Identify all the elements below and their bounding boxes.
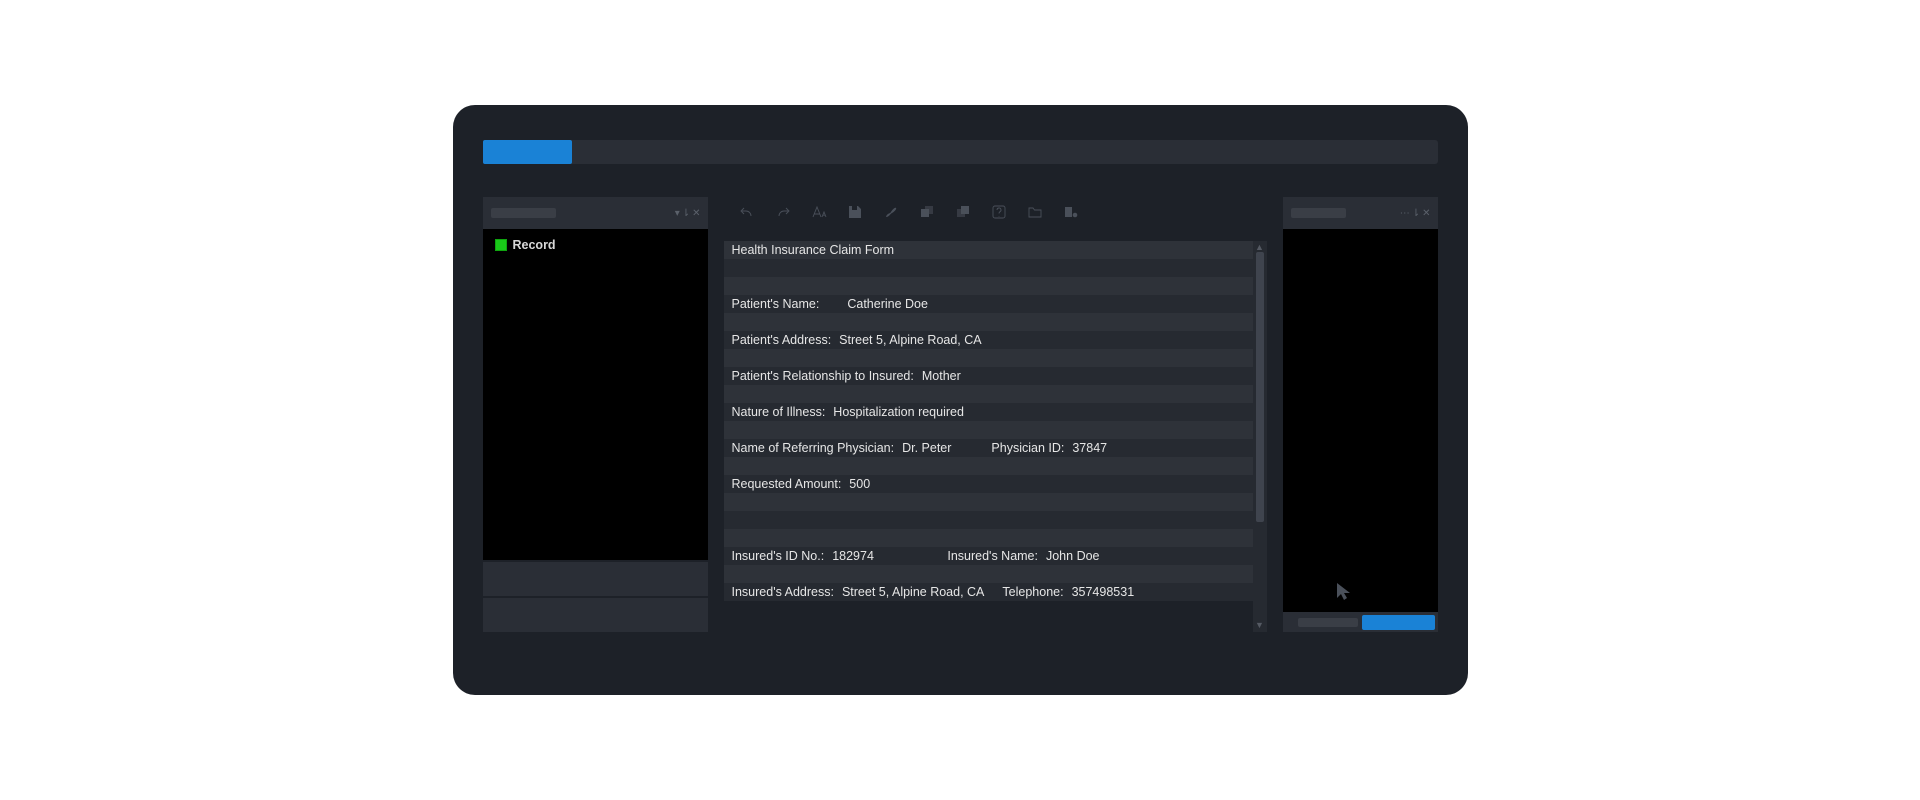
form-title: Health Insurance Claim Form bbox=[732, 243, 895, 257]
close-icon[interactable]: ✕ bbox=[692, 208, 699, 219]
label: Requested Amount: bbox=[732, 477, 842, 491]
app-settings-icon[interactable] bbox=[1062, 204, 1080, 220]
value: Street 5, Alpine Road, CA bbox=[839, 333, 981, 347]
field-row-amount: Requested Amount: 500 bbox=[724, 475, 1253, 493]
claim-form-document: Health Insurance Claim Form Patient's Na… bbox=[724, 241, 1253, 632]
label: Insured's ID No.: bbox=[732, 549, 825, 563]
label: Nature of Illness: bbox=[732, 405, 826, 419]
blank-row bbox=[724, 457, 1253, 475]
tree-item-record[interactable]: Record bbox=[495, 238, 696, 252]
field-row-insured-id-name: Insured's ID No.: 182974 Insured's Name:… bbox=[724, 547, 1253, 565]
menu-icon[interactable]: ⋯ bbox=[1400, 208, 1409, 219]
value: Catherine Doe bbox=[847, 297, 928, 311]
field-row-relationship: Patient's Relationship to Insured: Mothe… bbox=[724, 367, 1253, 385]
scroll-up-icon[interactable]: ▲ bbox=[1255, 243, 1264, 252]
value: 357498531 bbox=[1072, 585, 1135, 599]
brush-icon[interactable] bbox=[882, 204, 900, 220]
blank-row bbox=[724, 421, 1253, 439]
field-row-patient-name: Patient's Name: Catherine Doe bbox=[724, 295, 1253, 313]
label: Patient's Name: bbox=[732, 297, 820, 311]
active-tab[interactable] bbox=[483, 140, 572, 164]
right-panel-header: ⋯ ⇂ ✕ bbox=[1283, 197, 1438, 229]
tree-item-label: Record bbox=[513, 238, 556, 252]
value: Mother bbox=[922, 369, 961, 383]
center-panel: Health Insurance Claim Form Patient's Na… bbox=[724, 197, 1267, 632]
layer-back-icon[interactable] bbox=[954, 204, 972, 220]
left-panel-header: ▾ ⇂ ✕ bbox=[483, 197, 708, 229]
blank-row bbox=[724, 313, 1253, 331]
label: Patient's Relationship to Insured: bbox=[732, 369, 914, 383]
pin-icon[interactable]: ⇂ bbox=[1412, 208, 1419, 219]
right-panel: ⋯ ⇂ ✕ bbox=[1283, 197, 1438, 632]
blank-row bbox=[724, 529, 1253, 547]
field-row-physician: Name of Referring Physician: Dr. Peter P… bbox=[724, 439, 1253, 457]
pin-icon[interactable]: ⇂ bbox=[682, 208, 689, 219]
app-window: ▾ ⇂ ✕ Record bbox=[453, 105, 1468, 695]
layer-front-icon[interactable] bbox=[918, 204, 936, 220]
filter-icon[interactable]: ▾ bbox=[675, 208, 679, 219]
workarea: ▾ ⇂ ✕ Record bbox=[483, 197, 1438, 632]
blank-row bbox=[724, 565, 1253, 583]
label: Telephone: bbox=[1002, 585, 1063, 599]
document-viewport: Health Insurance Claim Form Patient's Na… bbox=[724, 241, 1267, 632]
scrollbar-thumb[interactable] bbox=[1256, 252, 1264, 522]
value: 500 bbox=[849, 477, 870, 491]
right-panel-footer bbox=[1283, 612, 1438, 632]
label: Insured's Name: bbox=[947, 549, 1038, 563]
save-icon[interactable] bbox=[846, 204, 864, 220]
cursor-icon bbox=[1335, 581, 1353, 606]
left-panel-input-2[interactable] bbox=[483, 596, 708, 632]
undo-icon[interactable] bbox=[738, 204, 756, 220]
label: Patient's Address: bbox=[732, 333, 832, 347]
tab-strip bbox=[483, 140, 1438, 164]
panel-title-placeholder bbox=[491, 208, 556, 218]
vertical-scrollbar[interactable]: ▲ ▼ bbox=[1253, 241, 1267, 632]
record-status-icon bbox=[495, 239, 507, 251]
project-tree: Record bbox=[483, 229, 708, 560]
left-panel: ▾ ⇂ ✕ Record bbox=[483, 197, 708, 632]
font-icon[interactable] bbox=[810, 204, 828, 220]
value: 182974 bbox=[832, 549, 874, 563]
scroll-down-icon[interactable]: ▼ bbox=[1255, 621, 1264, 630]
footer-label-placeholder bbox=[1298, 618, 1358, 627]
editor-toolbar bbox=[724, 197, 1267, 227]
blank-row bbox=[724, 277, 1253, 295]
blank-row bbox=[724, 385, 1253, 403]
blank-row bbox=[724, 259, 1253, 277]
panel-title-placeholder bbox=[1291, 208, 1346, 218]
value: Hospitalization required bbox=[833, 405, 964, 419]
field-row-patient-address: Patient's Address: Street 5, Alpine Road… bbox=[724, 331, 1253, 349]
value: John Doe bbox=[1046, 549, 1100, 563]
form-title-row: Health Insurance Claim Form bbox=[724, 241, 1253, 259]
field-row-illness: Nature of Illness: Hospitalization requi… bbox=[724, 403, 1253, 421]
value: 37847 bbox=[1072, 441, 1107, 455]
label: Insured's Address: bbox=[732, 585, 834, 599]
left-panel-input-1[interactable] bbox=[483, 560, 708, 596]
close-icon[interactable]: ✕ bbox=[1422, 208, 1429, 219]
value: Dr. Peter bbox=[902, 441, 951, 455]
blank-row bbox=[724, 493, 1253, 511]
panel-header-icons: ▾ ⇂ ✕ bbox=[675, 208, 700, 219]
value: Street 5, Alpine Road, CA bbox=[842, 585, 984, 599]
panel-header-icons: ⋯ ⇂ ✕ bbox=[1400, 208, 1430, 219]
help-icon[interactable] bbox=[990, 204, 1008, 220]
folder-icon[interactable] bbox=[1026, 204, 1044, 220]
field-row-insured-address-phone: Insured's Address: Street 5, Alpine Road… bbox=[724, 583, 1253, 601]
blank-row bbox=[724, 349, 1253, 367]
redo-icon[interactable] bbox=[774, 204, 792, 220]
label: Name of Referring Physician: bbox=[732, 441, 895, 455]
footer-action-button[interactable] bbox=[1362, 615, 1435, 630]
blank-row bbox=[724, 511, 1253, 529]
label: Physician ID: bbox=[991, 441, 1064, 455]
